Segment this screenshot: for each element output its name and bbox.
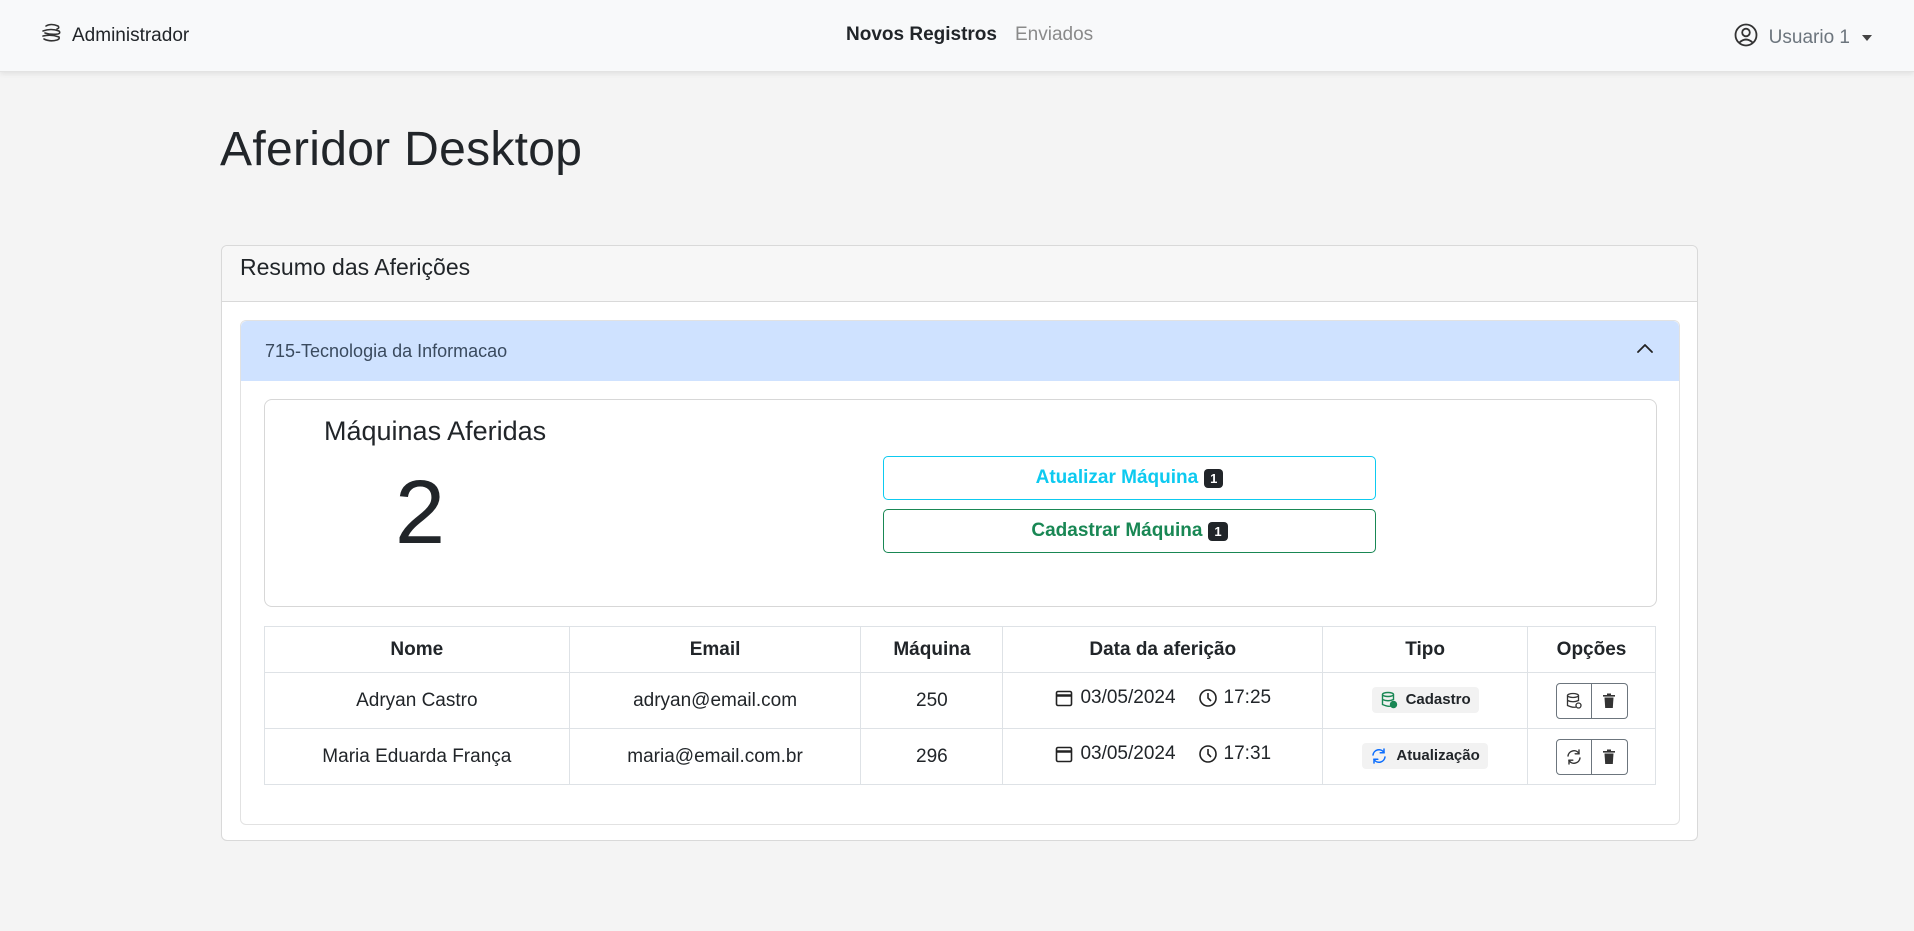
type-badge: Atualização xyxy=(1362,742,1488,769)
column-header-data: Data da aferição xyxy=(1002,626,1324,673)
cell-opcoes xyxy=(1527,728,1656,785)
stack-icon xyxy=(38,20,64,52)
database-action-button[interactable] xyxy=(1555,682,1592,719)
trash-icon xyxy=(1603,749,1616,764)
table-row: Adryan Castro adryan@email.com 250 03/05… xyxy=(264,672,1656,729)
machines-summary: Máquinas Aferidas 2 Atualizar Máquina 1 … xyxy=(264,399,1657,607)
measurements-table: Nome Email Máquina Data da aferição Tipo… xyxy=(264,626,1656,785)
update-machine-label: Atualizar Máquina xyxy=(1035,467,1199,488)
cell-maquina: 250 xyxy=(860,672,1004,729)
cell-email: adryan@email.com xyxy=(568,672,862,729)
brand-label: Administrador xyxy=(72,25,190,46)
update-count-badge: 1 xyxy=(1204,468,1224,488)
delete-button[interactable] xyxy=(1591,682,1628,719)
chevron-up-icon xyxy=(1635,339,1655,364)
brand[interactable]: Administrador xyxy=(38,22,189,50)
date-text: 03/05/2024 xyxy=(1080,743,1176,764)
summary-card: Resumo das Aferições 715-Tecnologia da I… xyxy=(221,245,1698,841)
cell-tipo: Atualização xyxy=(1322,728,1529,785)
database-add-icon xyxy=(1381,691,1397,708)
user-name: Usuario 1 xyxy=(1768,27,1850,48)
accordion: 715-Tecnologia da Informacao Máquinas Af… xyxy=(240,320,1680,825)
register-count-badge: 1 xyxy=(1208,521,1228,541)
table-row: Maria Eduarda França maria@email.com.br … xyxy=(264,728,1656,785)
cell-opcoes xyxy=(1527,672,1656,729)
type-label: Cadastro xyxy=(1405,691,1471,708)
update-machine-button[interactable]: Atualizar Máquina 1 xyxy=(883,456,1376,500)
column-header-tipo: Tipo xyxy=(1322,626,1529,673)
cell-maquina: 296 xyxy=(860,728,1004,785)
accordion-header[interactable]: 715-Tecnologia da Informacao xyxy=(241,321,1679,381)
top-navbar: Administrador Novos Registros Enviados U… xyxy=(0,0,1914,72)
nav-link-novos-registros[interactable]: Novos Registros xyxy=(846,24,997,46)
user-circle-icon xyxy=(1733,22,1759,54)
machines-count: 2 xyxy=(395,463,446,563)
type-badge: Cadastro xyxy=(1371,686,1479,713)
cell-tipo: Cadastro xyxy=(1322,672,1529,729)
column-header-opcoes: Opções xyxy=(1527,626,1656,673)
main-nav: Novos Registros Enviados xyxy=(846,24,1093,46)
clock-icon xyxy=(1198,689,1217,707)
calendar-icon xyxy=(1056,690,1073,707)
card-header: Resumo das Aferições xyxy=(222,246,1697,302)
nav-link-enviados[interactable]: Enviados xyxy=(1015,24,1093,46)
column-header-maquina: Máquina xyxy=(860,626,1004,673)
refresh-icon xyxy=(1566,748,1581,765)
refresh-action-button[interactable] xyxy=(1555,738,1592,775)
time-text: 17:25 xyxy=(1223,687,1272,708)
cell-nome: Maria Eduarda França xyxy=(264,728,570,785)
clock-icon xyxy=(1198,745,1217,763)
register-machine-label: Cadastrar Máquina xyxy=(1031,520,1203,541)
page-title: Aferidor Desktop xyxy=(220,123,583,176)
time-text: 17:31 xyxy=(1223,743,1272,764)
register-machine-button[interactable]: Cadastrar Máquina 1 xyxy=(883,509,1376,553)
date-text: 03/05/2024 xyxy=(1080,687,1176,708)
database-icon xyxy=(1566,692,1582,709)
trash-icon xyxy=(1603,693,1616,708)
delete-button[interactable] xyxy=(1591,738,1628,775)
calendar-icon xyxy=(1056,746,1073,763)
column-header-email: Email xyxy=(568,626,862,673)
column-header-nome: Nome xyxy=(264,626,570,673)
table-header-row: Nome Email Máquina Data da aferição Tipo… xyxy=(264,626,1656,673)
accordion-title: 715-Tecnologia da Informacao xyxy=(265,340,508,361)
cell-nome: Adryan Castro xyxy=(264,672,570,729)
user-menu[interactable]: Usuario 1 xyxy=(1733,22,1872,54)
refresh-icon xyxy=(1372,747,1387,764)
summary-title: Máquinas Aferidas xyxy=(324,416,547,446)
caret-down-icon xyxy=(1862,35,1872,41)
cell-data: 03/05/2024 17:25 xyxy=(1002,672,1324,729)
cell-data: 03/05/2024 17:31 xyxy=(1002,728,1324,785)
cell-email: maria@email.com.br xyxy=(568,728,862,785)
type-label: Atualização xyxy=(1396,747,1480,764)
